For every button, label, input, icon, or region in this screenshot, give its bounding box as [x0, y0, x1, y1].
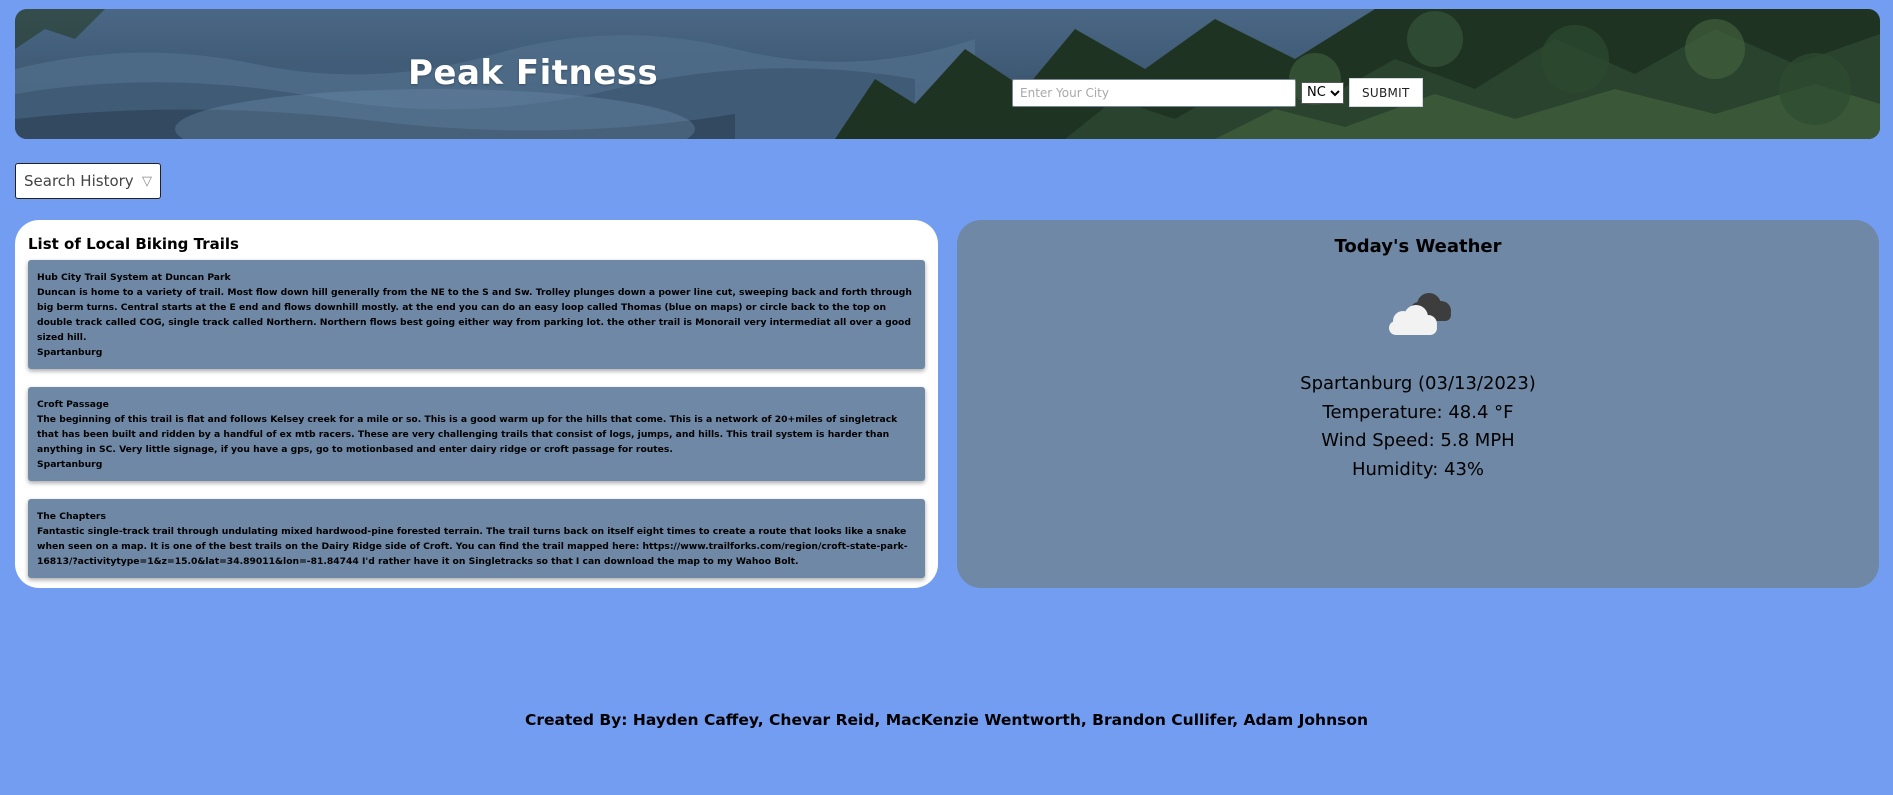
submit-button[interactable]: SUBMIT	[1349, 78, 1423, 107]
search-history-dropdown[interactable]: Search History ▽	[15, 163, 161, 199]
weather-title: Today's Weather	[1334, 236, 1502, 257]
triangle-down-icon: ▽	[142, 173, 152, 189]
trail-name: Hub City Trail System at Duncan Park	[37, 272, 231, 283]
city-search-form: NC SUBMIT	[1012, 78, 1423, 107]
weather-humidity: Humidity: 43%	[1351, 458, 1485, 480]
site-title: Peak Fitness	[408, 53, 659, 93]
footer-credits: Created By: Hayden Caffey, Chevar Reid, …	[524, 711, 1369, 729]
weather-panel: Today's Weather Spartanburg (03/13/2023)…	[957, 220, 1879, 588]
trail-description: Duncan is home to a variety of trail. Mo…	[37, 287, 912, 343]
trail-description: The beginning of this trail is flat and …	[37, 414, 898, 455]
city-input[interactable]	[1012, 78, 1296, 107]
search-history-label: Search History	[24, 172, 134, 190]
trail-card: The Chapters Fantastic single-track trai…	[28, 499, 925, 578]
mountain-forest-banner-image	[15, 9, 1880, 139]
cloudy-icon	[1389, 293, 1451, 335]
trail-name: The Chapters	[37, 511, 106, 522]
trail-description: Fantastic single-track trail through und…	[37, 526, 908, 567]
weather-details: Spartanburg (03/13/2023) Temperature: 48…	[957, 370, 1879, 484]
state-select[interactable]: NC	[1301, 81, 1344, 104]
weather-city-date: Spartanburg (03/13/2023)	[1300, 373, 1536, 394]
trail-card: Croft Passage The beginning of this trai…	[28, 387, 925, 481]
trail-location: Spartanburg	[37, 347, 103, 358]
trail-location: Spartanburg	[37, 459, 103, 470]
weather-temperature: Temperature: 48.4 °F	[1322, 401, 1514, 423]
trails-panel: List of Local Biking Trails Hub City Tra…	[15, 220, 938, 588]
weather-wind-speed: Wind Speed: 5.8 MPH	[1321, 430, 1515, 451]
trail-card: Hub City Trail System at Duncan Park Dun…	[28, 260, 925, 369]
trails-heading: List of Local Biking Trails	[28, 235, 239, 253]
hero-banner: Peak Fitness NC SUBMIT	[15, 9, 1880, 139]
trail-name: Croft Passage	[37, 399, 109, 410]
